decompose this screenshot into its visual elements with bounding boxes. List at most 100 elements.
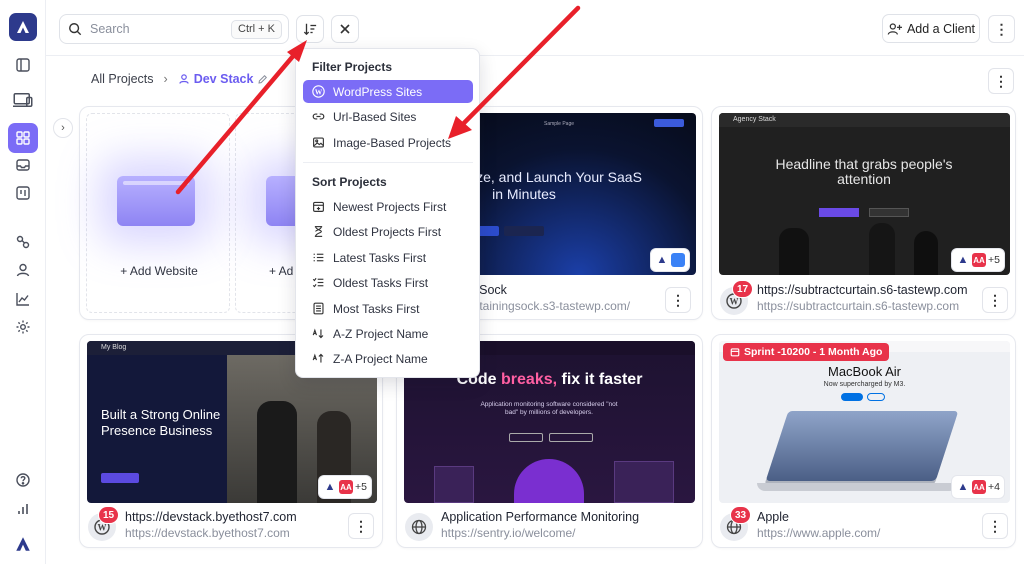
- svg-text:W: W: [98, 523, 107, 533]
- menu-item-label: Image-Based Projects: [333, 135, 452, 150]
- project-title[interactable]: ning Sock: [452, 283, 652, 297]
- project-url[interactable]: https://sentry.io/welcome/: [441, 526, 661, 540]
- project-more-button[interactable]: ⋮: [348, 513, 374, 539]
- sidebar-integrations-icon[interactable]: [11, 230, 35, 254]
- user-icon: [178, 74, 189, 84]
- sort-za-icon: [312, 353, 324, 363]
- project-card[interactable]: Agency Stack Headline that grabs people'…: [711, 106, 1016, 320]
- task-count-badge: 15: [98, 506, 120, 524]
- search-input[interactable]: Search Ctrl + K: [59, 14, 289, 44]
- brand-mark-icon: [9, 531, 37, 557]
- project-more-button[interactable]: ⋮: [982, 513, 1008, 539]
- calendar-icon: [730, 348, 740, 357]
- sort-z-a[interactable]: Z-A Project Name: [303, 347, 473, 370]
- sidebar-user-icon[interactable]: [11, 258, 35, 282]
- breadcrumb-current[interactable]: Dev Stack: [178, 72, 269, 86]
- menu-item-label: Z-A Project Name: [333, 351, 428, 366]
- sidebar: [0, 0, 46, 564]
- sort-newest-projects[interactable]: Newest Projects First: [303, 195, 473, 218]
- sidebar-analytics-icon[interactable]: [11, 287, 35, 311]
- project-url[interactable]: https://www.apple.com/: [757, 526, 957, 540]
- sprint-tag[interactable]: Sprint -10200 - 1 Month Ago: [723, 343, 890, 361]
- project-title[interactable]: Application Performance Monitoring: [441, 510, 661, 524]
- project-more-button[interactable]: ⋮: [665, 287, 691, 313]
- project-card[interactable]: MacBook Air Now supercharged by M3. Spri…: [711, 334, 1016, 548]
- sidebar-dashboard-icon[interactable]: [8, 123, 38, 153]
- add-client-button[interactable]: Add a Client: [882, 14, 980, 43]
- sidebar-panel-icon[interactable]: [11, 53, 35, 77]
- sort-latest-tasks[interactable]: Latest Tasks First: [303, 246, 473, 269]
- brand-avatar-icon: ▲: [323, 480, 337, 494]
- sort-oldest-projects[interactable]: Oldest Projects First: [303, 220, 473, 243]
- breadcrumb: All Projects › Dev Stack: [91, 72, 268, 86]
- project-title[interactable]: https://subtractcurtain.s6-tastewp.com: [757, 283, 972, 297]
- filter-url-based-sites[interactable]: Url-Based Sites: [303, 105, 473, 128]
- document-list-icon: [313, 302, 324, 315]
- filter-sort-dropdown: Filter Projects W WordPress Sites Url-Ba…: [295, 48, 480, 378]
- collaborator-avatars[interactable]: ▲: [651, 249, 689, 271]
- sort-a-z[interactable]: A-Z Project Name: [303, 322, 473, 345]
- menu-item-label: Url-Based Sites: [333, 109, 417, 124]
- avatars-extra-count: +4: [988, 481, 1000, 493]
- sort-az-icon: [312, 328, 324, 339]
- more-vertical-icon: ⋮: [994, 72, 1008, 89]
- sidebar-help-icon[interactable]: [11, 468, 35, 492]
- screenshot-nav-text: Sample Page: [544, 121, 575, 127]
- app-logo[interactable]: [9, 13, 37, 41]
- sort-heading: Sort Projects: [312, 175, 387, 189]
- collaborator-avatars[interactable]: ▲ AA +4: [952, 476, 1004, 498]
- menu-item-label: Latest Tasks First: [333, 250, 427, 265]
- sidebar-inbox-icon[interactable]: [11, 153, 35, 177]
- breadcrumb-all-projects[interactable]: All Projects: [91, 72, 154, 86]
- breadcrumb-chevron-icon: ›: [163, 72, 168, 86]
- screenshot-headline: Headline that grabs people's attention: [775, 156, 953, 187]
- project-url[interactable]: https://devstack.byethost7.com: [125, 526, 335, 540]
- task-count-badge: 17: [732, 280, 754, 298]
- sort-most-tasks[interactable]: Most Tasks First: [303, 297, 473, 320]
- task-count-badge: 33: [730, 506, 752, 524]
- menu-divider: [303, 162, 473, 163]
- menu-item-label: Oldest Projects First: [333, 224, 442, 239]
- search-icon: [69, 23, 82, 36]
- menu-item-label: Newest Projects First: [333, 199, 447, 214]
- menu-item-label: Oldest Tasks First: [333, 275, 429, 290]
- project-more-button[interactable]: ⋮: [982, 287, 1008, 313]
- search-shortcut: Ctrl + K: [231, 20, 282, 39]
- add-website-tile[interactable]: + Add Website: [86, 113, 230, 313]
- avatars-extra-count: +5: [355, 481, 367, 493]
- top-bar: Search Ctrl + K Add a Client ⋮: [46, 0, 1024, 56]
- expand-sidebar-button[interactable]: ›: [53, 118, 73, 138]
- more-vertical-icon: ⋮: [994, 20, 1009, 37]
- add-project-label[interactable]: + Ad: [269, 264, 293, 278]
- screenshot-headline: MacBook Air: [828, 364, 901, 379]
- sort-oldest-tasks[interactable]: Oldest Tasks First: [303, 271, 473, 294]
- sidebar-board-icon[interactable]: [11, 181, 35, 205]
- project-url[interactable]: https://subtractcurtain.s6-tastewp.com: [757, 299, 972, 313]
- sort-filter-button[interactable]: [296, 15, 324, 43]
- clear-filter-button[interactable]: [331, 15, 359, 43]
- more-vertical-icon: ⋮: [988, 291, 1002, 308]
- sidebar-devices-icon[interactable]: [7, 86, 39, 114]
- hourglass-icon: [314, 226, 323, 237]
- project-url[interactable]: entertainingsock.s3-tastewp.com/: [452, 299, 652, 313]
- add-website-label[interactable]: + Add Website: [87, 264, 231, 278]
- header-more-button[interactable]: ⋮: [988, 15, 1015, 43]
- avatar: [671, 253, 685, 267]
- sidebar-stats-icon[interactable]: [11, 497, 35, 521]
- collaborator-avatars[interactable]: ▲ AA +5: [319, 476, 371, 498]
- section-more-button[interactable]: ⋮: [988, 68, 1014, 94]
- project-title[interactable]: https://devstack.byethost7.com: [125, 510, 335, 524]
- filter-wordpress-sites[interactable]: W WordPress Sites: [303, 80, 473, 103]
- filter-image-based-projects[interactable]: Image-Based Projects: [303, 131, 473, 154]
- project-title[interactable]: Apple: [757, 510, 957, 524]
- link-icon: [312, 113, 325, 120]
- menu-item-label: Most Tasks First: [333, 301, 420, 316]
- sidebar-settings-icon[interactable]: [11, 315, 35, 339]
- list-icon: [313, 253, 324, 262]
- collaborator-avatars[interactable]: ▲ AA +5: [952, 249, 1004, 271]
- screenshot-brand: My Blog: [101, 344, 127, 351]
- edit-pencil-icon[interactable]: [257, 74, 268, 85]
- menu-item-label: A-Z Project Name: [333, 326, 429, 341]
- brand-avatar-icon: ▲: [956, 253, 970, 267]
- image-icon: [313, 137, 324, 148]
